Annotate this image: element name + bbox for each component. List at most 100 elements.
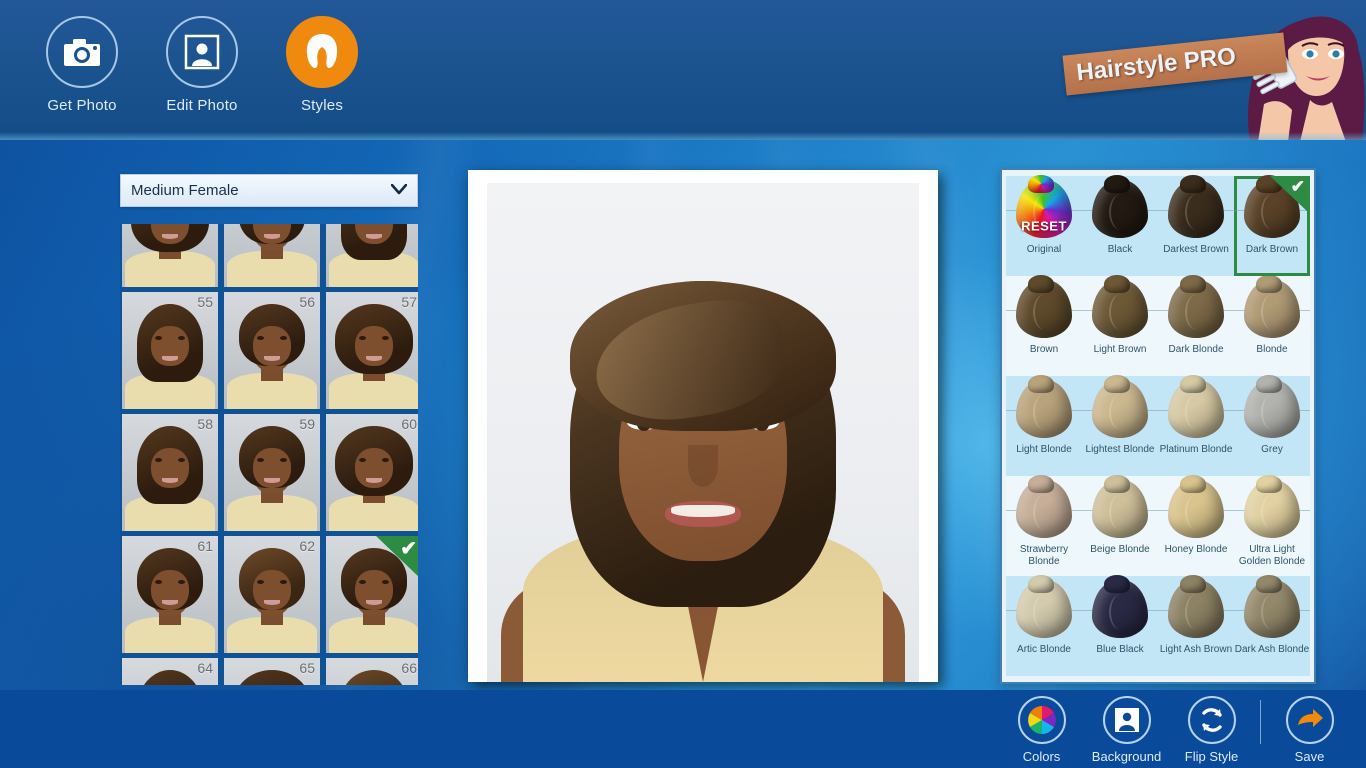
hair-color-label: Artic Blonde [1017,644,1071,655]
hair-color-grid: RESET Original Black Darkest Brown Dark Brow… [1006,175,1310,676]
app-header: Get Photo Edit Photo Styles Hairstyle PR… [0,0,1366,140]
hair-color-swatch[interactable]: RESET Original [1006,175,1082,276]
app-logo: Hairstyle PRO [1046,0,1366,140]
hair-color-swatch[interactable]: Dark Ash Blonde [1234,575,1310,676]
color-wheel-icon [1027,706,1056,734]
check-icon: ✔ [1290,177,1305,196]
hairstyle-thumbnail-number: 58 [197,416,213,432]
nav-item-edit-photo[interactable]: Edit Photo [142,16,262,114]
hairstyle-thumbnail[interactable]: 66 [326,658,418,685]
hair-color-sample [1092,175,1148,238]
hair-color-label: Original [1026,244,1062,255]
hair-color-swatch[interactable]: Ultra Light Golden Blonde [1234,475,1310,576]
save-button[interactable]: Save [1267,696,1352,764]
hair-color-sample [1244,275,1300,338]
hair-color-selected-check: ✔ [1270,176,1310,214]
color-wheel-icon-circle [1017,696,1066,744]
photo-nose [688,445,718,487]
hairstyle-thumbnail[interactable]: 52 [122,224,218,287]
nav-label-edit-photo: Edit Photo [166,97,238,114]
hair-color-swatch[interactable]: Light Ash Brown [1158,575,1234,676]
hair-color-sample [1016,375,1072,438]
hairstyle-thumbnail[interactable]: 56 [224,292,320,409]
hairstyle-thumbnail[interactable]: 63 ✔ [326,536,418,653]
refresh-icon [1201,708,1222,732]
hair-color-swatch[interactable]: Platinum Blonde [1158,375,1234,476]
hair-color-swatch[interactable]: Lightest Blonde [1082,375,1158,476]
hairstyle-thumbnail-number: 60 [401,416,417,432]
save-icon-circle [1285,696,1334,744]
photo-frame[interactable] [468,170,938,682]
hair-color-sample [1016,475,1072,538]
hair-color-label: Lightest Blonde [1085,444,1155,455]
hair-color-swatch[interactable]: Honey Blonde [1158,475,1234,576]
hair-color-label: Darkest Brown [1163,244,1229,255]
hairstyle-thumbnail[interactable]: 62 [224,536,320,653]
hair-color-swatch[interactable]: Brown [1006,275,1082,376]
hair-color-label: Grey [1261,444,1283,455]
style-category-dropdown[interactable]: Medium Female [120,174,418,207]
hair-color-label: Dark Blonde [1168,344,1224,355]
hairstyle-thumbnail[interactable]: 59 [224,414,320,531]
hairstyle-thumbnail-number: 64 [197,660,213,676]
camera-icon-circle [46,16,118,88]
hairstyle-thumbnail[interactable]: 53 [224,224,320,287]
hairstyle-thumbnail[interactable]: 61 [122,536,218,653]
hair-color-sample [1016,575,1072,638]
hairstyle-thumbnail[interactable]: 65 [224,658,320,685]
colors-button[interactable]: Colors [999,696,1084,764]
chevron-down-icon [390,183,408,198]
hairstyle-icon-circle [286,16,358,88]
flip-style-icon-circle [1187,696,1236,744]
hairstyle-thumbnail-number: 62 [299,538,315,554]
hairstyle-thumbnail-number: 59 [299,416,315,432]
hairstyle-thumbnail-number: 65 [299,660,315,676]
hairstyle-thumbnail[interactable]: 55 [122,292,218,409]
hair-color-sample [1168,175,1224,238]
arrow-right-icon [1297,709,1323,727]
hairstyle-selected-check: ✔ [376,536,418,580]
hair-color-label: Black [1107,244,1133,255]
hair-color-sample [1168,375,1224,438]
hair-color-swatch[interactable]: Artic Blonde [1006,575,1082,676]
hair-color-label: Dark Ash Blonde [1234,644,1310,655]
hairstyle-thumbnail[interactable]: 57 [326,292,418,409]
hair-color-swatch[interactable]: Grey [1234,375,1310,476]
hair-color-sample [1244,375,1300,438]
hairstyle-thumbnail[interactable]: 54 [326,224,418,287]
hair-color-sample [1168,275,1224,338]
hair-color-palette[interactable]: RESET Original Black Darkest Brown Dark Brow… [1000,168,1316,684]
hair-color-sample [1092,575,1148,638]
portrait-icon [1114,708,1139,732]
hair-color-swatch[interactable]: Beige Blonde [1082,475,1158,576]
hair-color-sample [1092,475,1148,538]
hair-color-sample [1168,475,1224,538]
hairstyle-thumbnail[interactable]: 58 [122,414,218,531]
hairstyle-thumbnail-panel[interactable]: 525354 55 56 57 58 59 60 61 62 63✔ 64 65 66 [120,224,418,685]
hairstyle-thumbnail-grid: 525354 55 56 57 58 59 60 61 62 63✔ 64 65 66 [120,224,418,685]
hair-color-swatch[interactable]: Blue Black [1082,575,1158,676]
hairstyle-thumbnail[interactable]: 64 [122,658,218,685]
hair-color-sample [1092,375,1148,438]
hair-color-label: Light Blonde [1016,444,1072,455]
background-label: Background [1091,749,1162,764]
hair-color-label: Honey Blonde [1164,544,1228,555]
bottom-toolbar: Colors Background Flip Style Save [0,690,1366,768]
check-icon: ✔ [400,538,417,560]
hair-color-swatch[interactable]: Dark Blonde [1158,275,1234,376]
background-button[interactable]: Background [1084,696,1169,764]
hair-color-swatch[interactable]: Darkest Brown [1158,175,1234,276]
hair-color-swatch[interactable]: Blonde [1234,275,1310,376]
hair-color-swatch[interactable]: Light Blonde [1006,375,1082,476]
hair-color-sample [1168,575,1224,638]
flip-style-button[interactable]: Flip Style [1169,696,1254,764]
hair-color-swatch[interactable]: Black [1082,175,1158,276]
hair-color-swatch[interactable]: Dark Brown ✔ [1234,175,1310,276]
nav-label-styles: Styles [300,97,344,114]
hairstyle-thumbnail[interactable]: 60 [326,414,418,531]
hair-color-swatch[interactable]: Light Brown [1082,275,1158,376]
nav-item-get-photo[interactable]: Get Photo [22,16,142,114]
hairstyle-thumbnail-number: 57 [401,294,417,310]
nav-item-styles[interactable]: Styles [262,16,382,114]
hair-color-swatch[interactable]: Strawberry Blonde [1006,475,1082,576]
